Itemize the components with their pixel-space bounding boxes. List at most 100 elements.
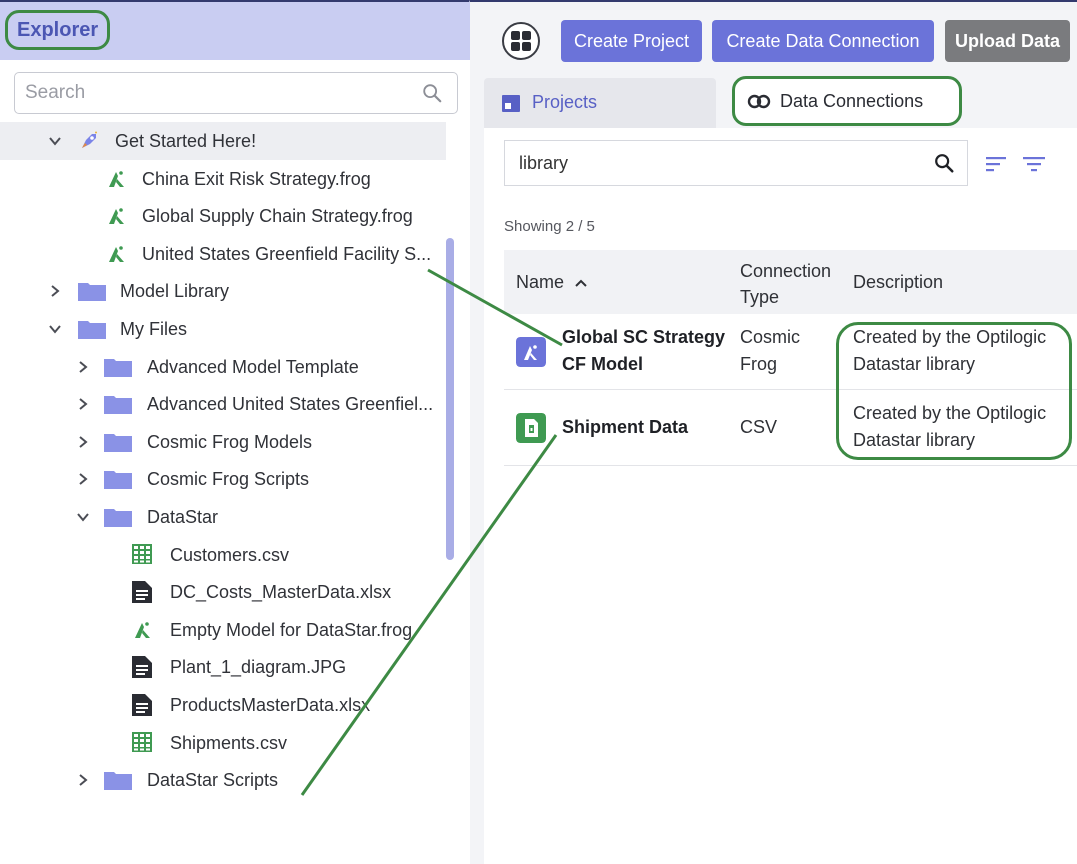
chevron-right-icon[interactable]	[76, 435, 90, 449]
column-header-description[interactable]: Description	[853, 250, 943, 314]
tree-item[interactable]: Cosmic Frog Scripts	[0, 460, 446, 498]
folder-icon	[78, 280, 106, 307]
tree-item[interactable]: Get Started Here!	[0, 122, 446, 160]
tree-scrollbar[interactable]	[446, 238, 454, 560]
tree-item[interactable]: DataStar Scripts	[0, 761, 446, 799]
tree-item[interactable]: Cosmic Frog Models	[0, 423, 446, 461]
search-icon[interactable]	[933, 152, 955, 174]
tree-item[interactable]: DataStar	[0, 498, 446, 536]
chevron-down-icon[interactable]	[76, 510, 90, 524]
folder-icon	[104, 769, 132, 796]
search-icon[interactable]	[421, 82, 443, 104]
upload-data-button[interactable]: Upload Data	[945, 20, 1070, 62]
frog-icon	[106, 205, 128, 232]
table-row[interactable]: Shipment Data CSV Created by the Optilog…	[504, 390, 1077, 466]
chevron-right-icon[interactable]	[76, 397, 90, 411]
tree-item[interactable]: United States Greenfield Facility S...	[0, 235, 446, 273]
tree-item[interactable]: Advanced Model Template	[0, 348, 446, 386]
spreadsheet-icon	[132, 543, 152, 569]
tree-item[interactable]: My Files	[0, 310, 446, 348]
table-row[interactable]: Global SC Strategy CF Model Cosmic Frog …	[504, 314, 1077, 390]
tree-item-label: Cosmic Frog Models	[147, 431, 313, 452]
connections-search-box[interactable]	[504, 140, 968, 186]
tab-data-connections-label: Data Connections	[780, 91, 924, 111]
connection-type: CSV	[740, 417, 778, 437]
apps-grid-icon	[511, 31, 520, 40]
table-header: Name Connection Type Description	[504, 250, 1077, 314]
tree-item-label: DataStar Scripts	[147, 770, 279, 791]
tree-item-label: Advanced Model Template	[147, 356, 359, 377]
tab-projects-label: Projects	[532, 92, 598, 112]
tree-item-label: DC_Costs_MasterData.xlsx	[170, 582, 392, 603]
tree-item[interactable]: ProductsMasterData.xlsx	[0, 686, 446, 724]
tree-item-label: Advanced United States Greenfiel...	[147, 394, 434, 415]
connection-description: Created by the Optilogic Datastar librar…	[853, 403, 1047, 450]
connections-content: Showing 2 / 5 Name Connection Type Descr…	[484, 128, 1077, 864]
folder-icon	[78, 318, 106, 345]
explorer-search-box[interactable]	[14, 72, 458, 114]
explorer-header: Explorer	[0, 2, 470, 60]
column-header-connection-type[interactable]: Connection Type	[740, 258, 850, 310]
frog-icon	[132, 619, 154, 646]
tree-item-label: Cosmic Frog Scripts	[147, 469, 310, 490]
tab-projects[interactable]: Projects	[484, 78, 716, 128]
connection-description: Created by the Optilogic Datastar librar…	[853, 327, 1047, 374]
connection-name[interactable]: Shipment Data	[562, 414, 732, 441]
apps-grid-button[interactable]	[502, 22, 540, 60]
connections-search-input[interactable]	[519, 141, 919, 185]
create-data-connection-button[interactable]: Create Data Connection	[712, 20, 934, 62]
tree-item[interactable]: Empty Model for DataStar.frog	[0, 611, 446, 649]
tree-item[interactable]: Plant_1_diagram.JPG	[0, 648, 446, 686]
chevron-right-icon[interactable]	[48, 284, 62, 298]
frog-icon	[106, 168, 128, 195]
document-icon	[132, 656, 152, 683]
explorer-title[interactable]: Explorer	[5, 10, 111, 50]
chevron-right-icon[interactable]	[76, 773, 90, 787]
tree-item[interactable]: Shipments.csv	[0, 724, 446, 762]
filter-icon[interactable]	[1022, 154, 1046, 174]
chevron-right-icon[interactable]	[76, 472, 90, 486]
results-count: Showing 2 / 5	[504, 218, 595, 235]
tree-item-label: DataStar	[147, 507, 219, 527]
chevron-down-icon[interactable]	[48, 322, 62, 336]
tree-item-label: My Files	[120, 319, 187, 339]
tree-item-label: Global Supply Chain Strategy.frog	[142, 206, 413, 227]
sort-ascending-icon[interactable]	[574, 278, 588, 288]
tree-item-label: Empty Model for DataStar.frog	[170, 619, 413, 640]
folder-icon	[104, 506, 132, 533]
tree-item-label: Customers.csv	[170, 544, 290, 565]
csv-file-icon	[516, 413, 546, 443]
connection-type: Cosmic Frog	[740, 327, 801, 374]
folder-icon	[104, 356, 132, 383]
chevron-right-icon[interactable]	[76, 360, 90, 374]
apps-grid-icon	[522, 42, 531, 51]
tree-item[interactable]: DC_Costs_MasterData.xlsx	[0, 573, 446, 611]
column-header-name[interactable]: Name	[516, 250, 564, 314]
frog-icon	[106, 243, 128, 270]
tree-item-label: Plant_1_diagram.JPG	[170, 657, 347, 678]
folder-icon	[104, 431, 132, 458]
spreadsheet-icon	[132, 731, 152, 757]
tree-item[interactable]: Advanced United States Greenfiel...	[0, 385, 446, 423]
tree-item-label: China Exit Risk Strategy.frog	[142, 168, 371, 189]
explorer-search-input[interactable]	[25, 73, 405, 113]
apps-grid-icon	[522, 31, 531, 40]
explorer-panel: Explorer Search Get Started Here! China …	[0, 0, 470, 864]
projects-icon	[502, 95, 520, 112]
tab-data-connections[interactable]: Data Connections	[732, 76, 962, 126]
data-connections-icon	[747, 94, 771, 109]
tree-item-label: United States Greenfield Facility S...	[142, 243, 432, 264]
tree-item-label: Shipments.csv	[170, 732, 288, 753]
chevron-down-icon[interactable]	[48, 134, 62, 148]
tree-item[interactable]: China Exit Risk Strategy.frog	[0, 160, 446, 198]
document-icon	[132, 581, 152, 608]
sort-icon[interactable]	[984, 154, 1008, 174]
main-panel: Create Project Create Data Connection Up…	[470, 0, 1077, 864]
tree-item-label: Get Started Here!	[115, 131, 257, 151]
frog-icon	[516, 337, 546, 367]
connection-name[interactable]: Global SC Strategy CF Model	[562, 324, 732, 378]
tree-item[interactable]: Model Library	[0, 272, 446, 310]
create-project-button[interactable]: Create Project	[561, 20, 702, 62]
tree-item[interactable]: Customers.csv	[0, 536, 446, 574]
tree-item[interactable]: Global Supply Chain Strategy.frog	[0, 197, 446, 235]
